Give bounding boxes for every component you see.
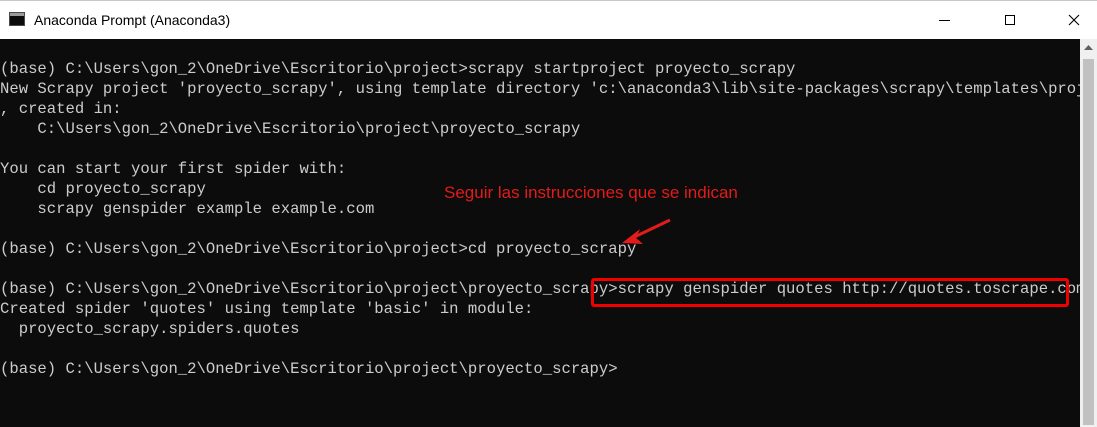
annotation-arrow bbox=[622, 218, 671, 244]
command-highlight-box bbox=[591, 278, 1069, 307]
